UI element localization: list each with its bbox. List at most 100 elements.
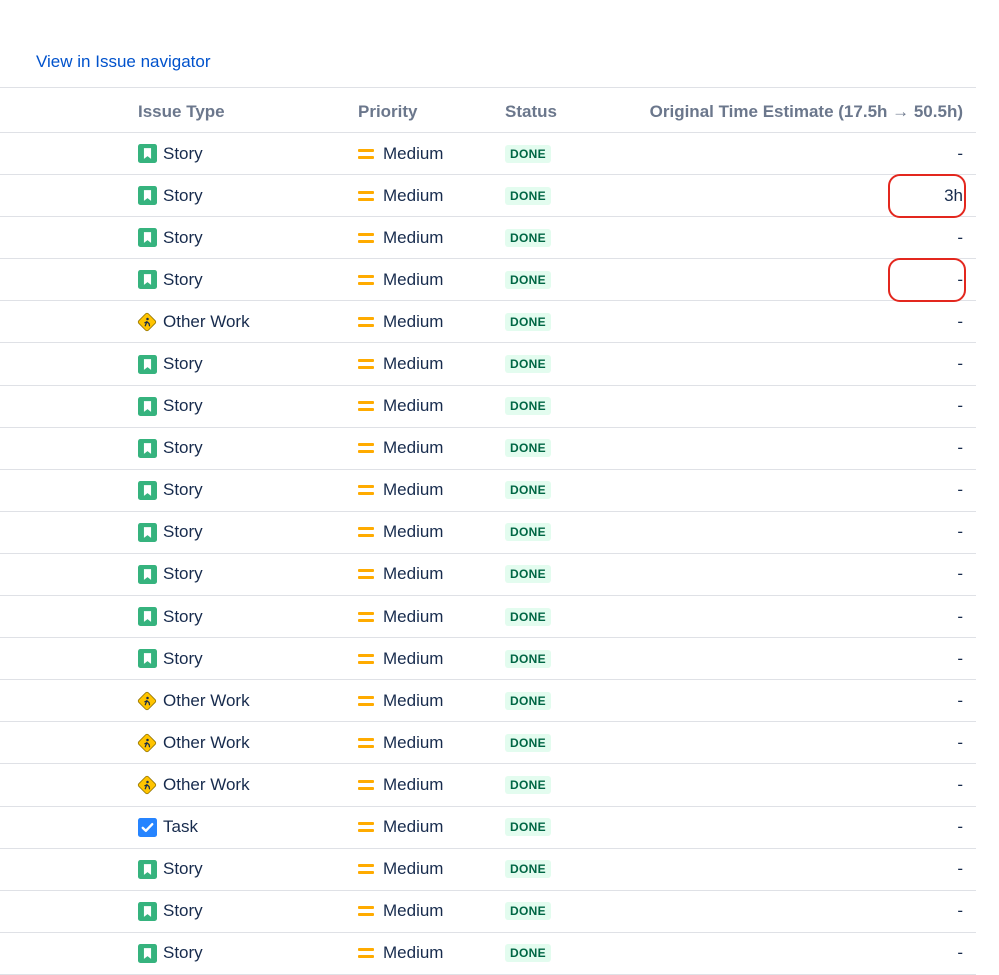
status-cell: DONE — [505, 343, 551, 384]
priority-label: Medium — [383, 606, 444, 626]
issue-type-cell: Story — [137, 386, 203, 427]
table-row[interactable]: Story Medium DONE - — [0, 217, 976, 260]
status-cell: DONE — [505, 764, 551, 805]
table-row[interactable]: Story Medium DONE - — [0, 343, 976, 386]
priority-medium-icon — [358, 526, 374, 538]
original-time-estimate-cell: - — [957, 774, 963, 794]
table-row[interactable]: Story Medium DONE - — [0, 933, 976, 975]
header-issue-type[interactable]: Issue Type — [138, 102, 225, 122]
original-time-estimate-cell: - — [957, 943, 963, 963]
status-cell: DONE — [505, 554, 551, 595]
table-row[interactable]: Other Work Medium DONE - — [0, 301, 976, 344]
priority-label: Medium — [383, 354, 444, 374]
story-icon — [137, 480, 157, 500]
priority-label: Medium — [383, 185, 444, 205]
status-cell: DONE — [505, 638, 551, 679]
status-badge: DONE — [505, 397, 551, 416]
status-cell: DONE — [505, 849, 551, 890]
table-row[interactable]: Other Work Medium DONE - — [0, 764, 976, 807]
table-row[interactable]: Story Medium DONE 3h — [0, 174, 976, 219]
issue-type-cell: Story — [137, 849, 203, 890]
issue-type-cell: Story — [137, 343, 203, 384]
priority-cell: Medium — [358, 638, 443, 679]
priority-label: Medium — [383, 396, 444, 416]
status-badge: DONE — [505, 228, 551, 247]
original-time-estimate-cell: - — [957, 480, 963, 500]
issue-type-label: Story — [163, 901, 203, 921]
view-in-issue-navigator-link[interactable]: View in Issue navigator — [36, 52, 211, 72]
header-original-time-estimate[interactable]: Original Time Estimate (17.5h → 50.5h) — [650, 102, 963, 122]
issue-type-cell: Story — [137, 175, 203, 216]
priority-medium-icon — [358, 863, 374, 875]
status-cell: DONE — [505, 133, 551, 174]
issue-type-label: Story — [163, 269, 203, 289]
priority-medium-icon — [358, 568, 374, 580]
table-row[interactable]: Story Medium DONE - — [0, 512, 976, 554]
table-row[interactable]: Story Medium DONE - — [0, 428, 976, 470]
story-icon — [137, 144, 157, 164]
table-row[interactable]: Task Medium DONE - — [0, 807, 976, 849]
story-icon — [137, 354, 157, 374]
priority-cell: Medium — [358, 849, 443, 890]
status-cell: DONE — [505, 891, 551, 932]
other-work-icon — [137, 691, 157, 711]
status-badge: DONE — [505, 270, 551, 289]
table-row[interactable]: Story Medium DONE - — [0, 386, 976, 428]
original-time-estimate-cell: - — [957, 143, 963, 163]
priority-label: Medium — [383, 227, 444, 247]
status-badge: DONE — [505, 144, 551, 163]
priority-cell: Medium — [358, 386, 443, 427]
priority-medium-icon — [358, 232, 374, 244]
issue-type-cell: Task — [137, 807, 198, 848]
priority-label: Medium — [383, 143, 444, 163]
story-icon — [137, 396, 157, 416]
table-row[interactable]: Story Medium DONE - — [0, 596, 976, 639]
original-time-estimate-cell: - — [957, 396, 963, 416]
issue-type-label: Story — [163, 522, 203, 542]
priority-medium-icon — [358, 653, 374, 665]
story-icon — [137, 607, 157, 627]
table-row[interactable]: Story Medium DONE - — [0, 891, 976, 933]
priority-label: Medium — [383, 690, 444, 710]
issue-type-cell: Story — [137, 470, 203, 511]
priority-label: Medium — [383, 817, 444, 837]
priority-medium-icon — [358, 484, 374, 496]
table-row[interactable]: Other Work Medium DONE - — [0, 722, 976, 765]
priority-label: Medium — [383, 648, 444, 668]
priority-cell: Medium — [358, 175, 443, 216]
priority-label: Medium — [383, 943, 444, 963]
task-icon — [137, 817, 157, 837]
original-time-estimate-cell: - — [957, 606, 963, 626]
priority-label: Medium — [383, 522, 444, 542]
priority-cell: Medium — [358, 259, 443, 300]
table-row[interactable]: Story Medium DONE - — [0, 849, 976, 891]
priority-cell: Medium — [358, 133, 443, 174]
table-row[interactable]: Other Work Medium DONE - — [0, 680, 976, 723]
priority-label: Medium — [383, 438, 444, 458]
priority-medium-icon — [358, 905, 374, 917]
priority-cell: Medium — [358, 933, 443, 974]
issue-type-cell: Other Work — [137, 301, 250, 342]
issue-type-label: Story — [163, 227, 203, 247]
status-cell: DONE — [505, 175, 551, 216]
table-row[interactable]: Story Medium DONE - — [0, 258, 976, 303]
header-status[interactable]: Status — [505, 102, 557, 122]
issue-type-label: Story — [163, 859, 203, 879]
priority-medium-icon — [358, 190, 374, 202]
table-row[interactable]: Story Medium DONE - — [0, 133, 976, 176]
status-cell: DONE — [505, 217, 551, 258]
story-icon — [137, 228, 157, 248]
other-work-icon — [137, 733, 157, 753]
issue-type-cell: Story — [137, 596, 203, 637]
priority-medium-icon — [358, 695, 374, 707]
header-priority[interactable]: Priority — [358, 102, 418, 122]
issue-type-label: Other Work — [163, 732, 250, 752]
table-row[interactable]: Story Medium DONE - — [0, 638, 976, 681]
status-badge: DONE — [505, 565, 551, 584]
priority-medium-icon — [358, 442, 374, 454]
priority-cell: Medium — [358, 891, 443, 932]
story-icon — [137, 186, 157, 206]
table-row[interactable]: Story Medium DONE - — [0, 554, 976, 597]
table-row[interactable]: Story Medium DONE - — [0, 470, 976, 512]
original-time-estimate-cell: - — [957, 901, 963, 921]
